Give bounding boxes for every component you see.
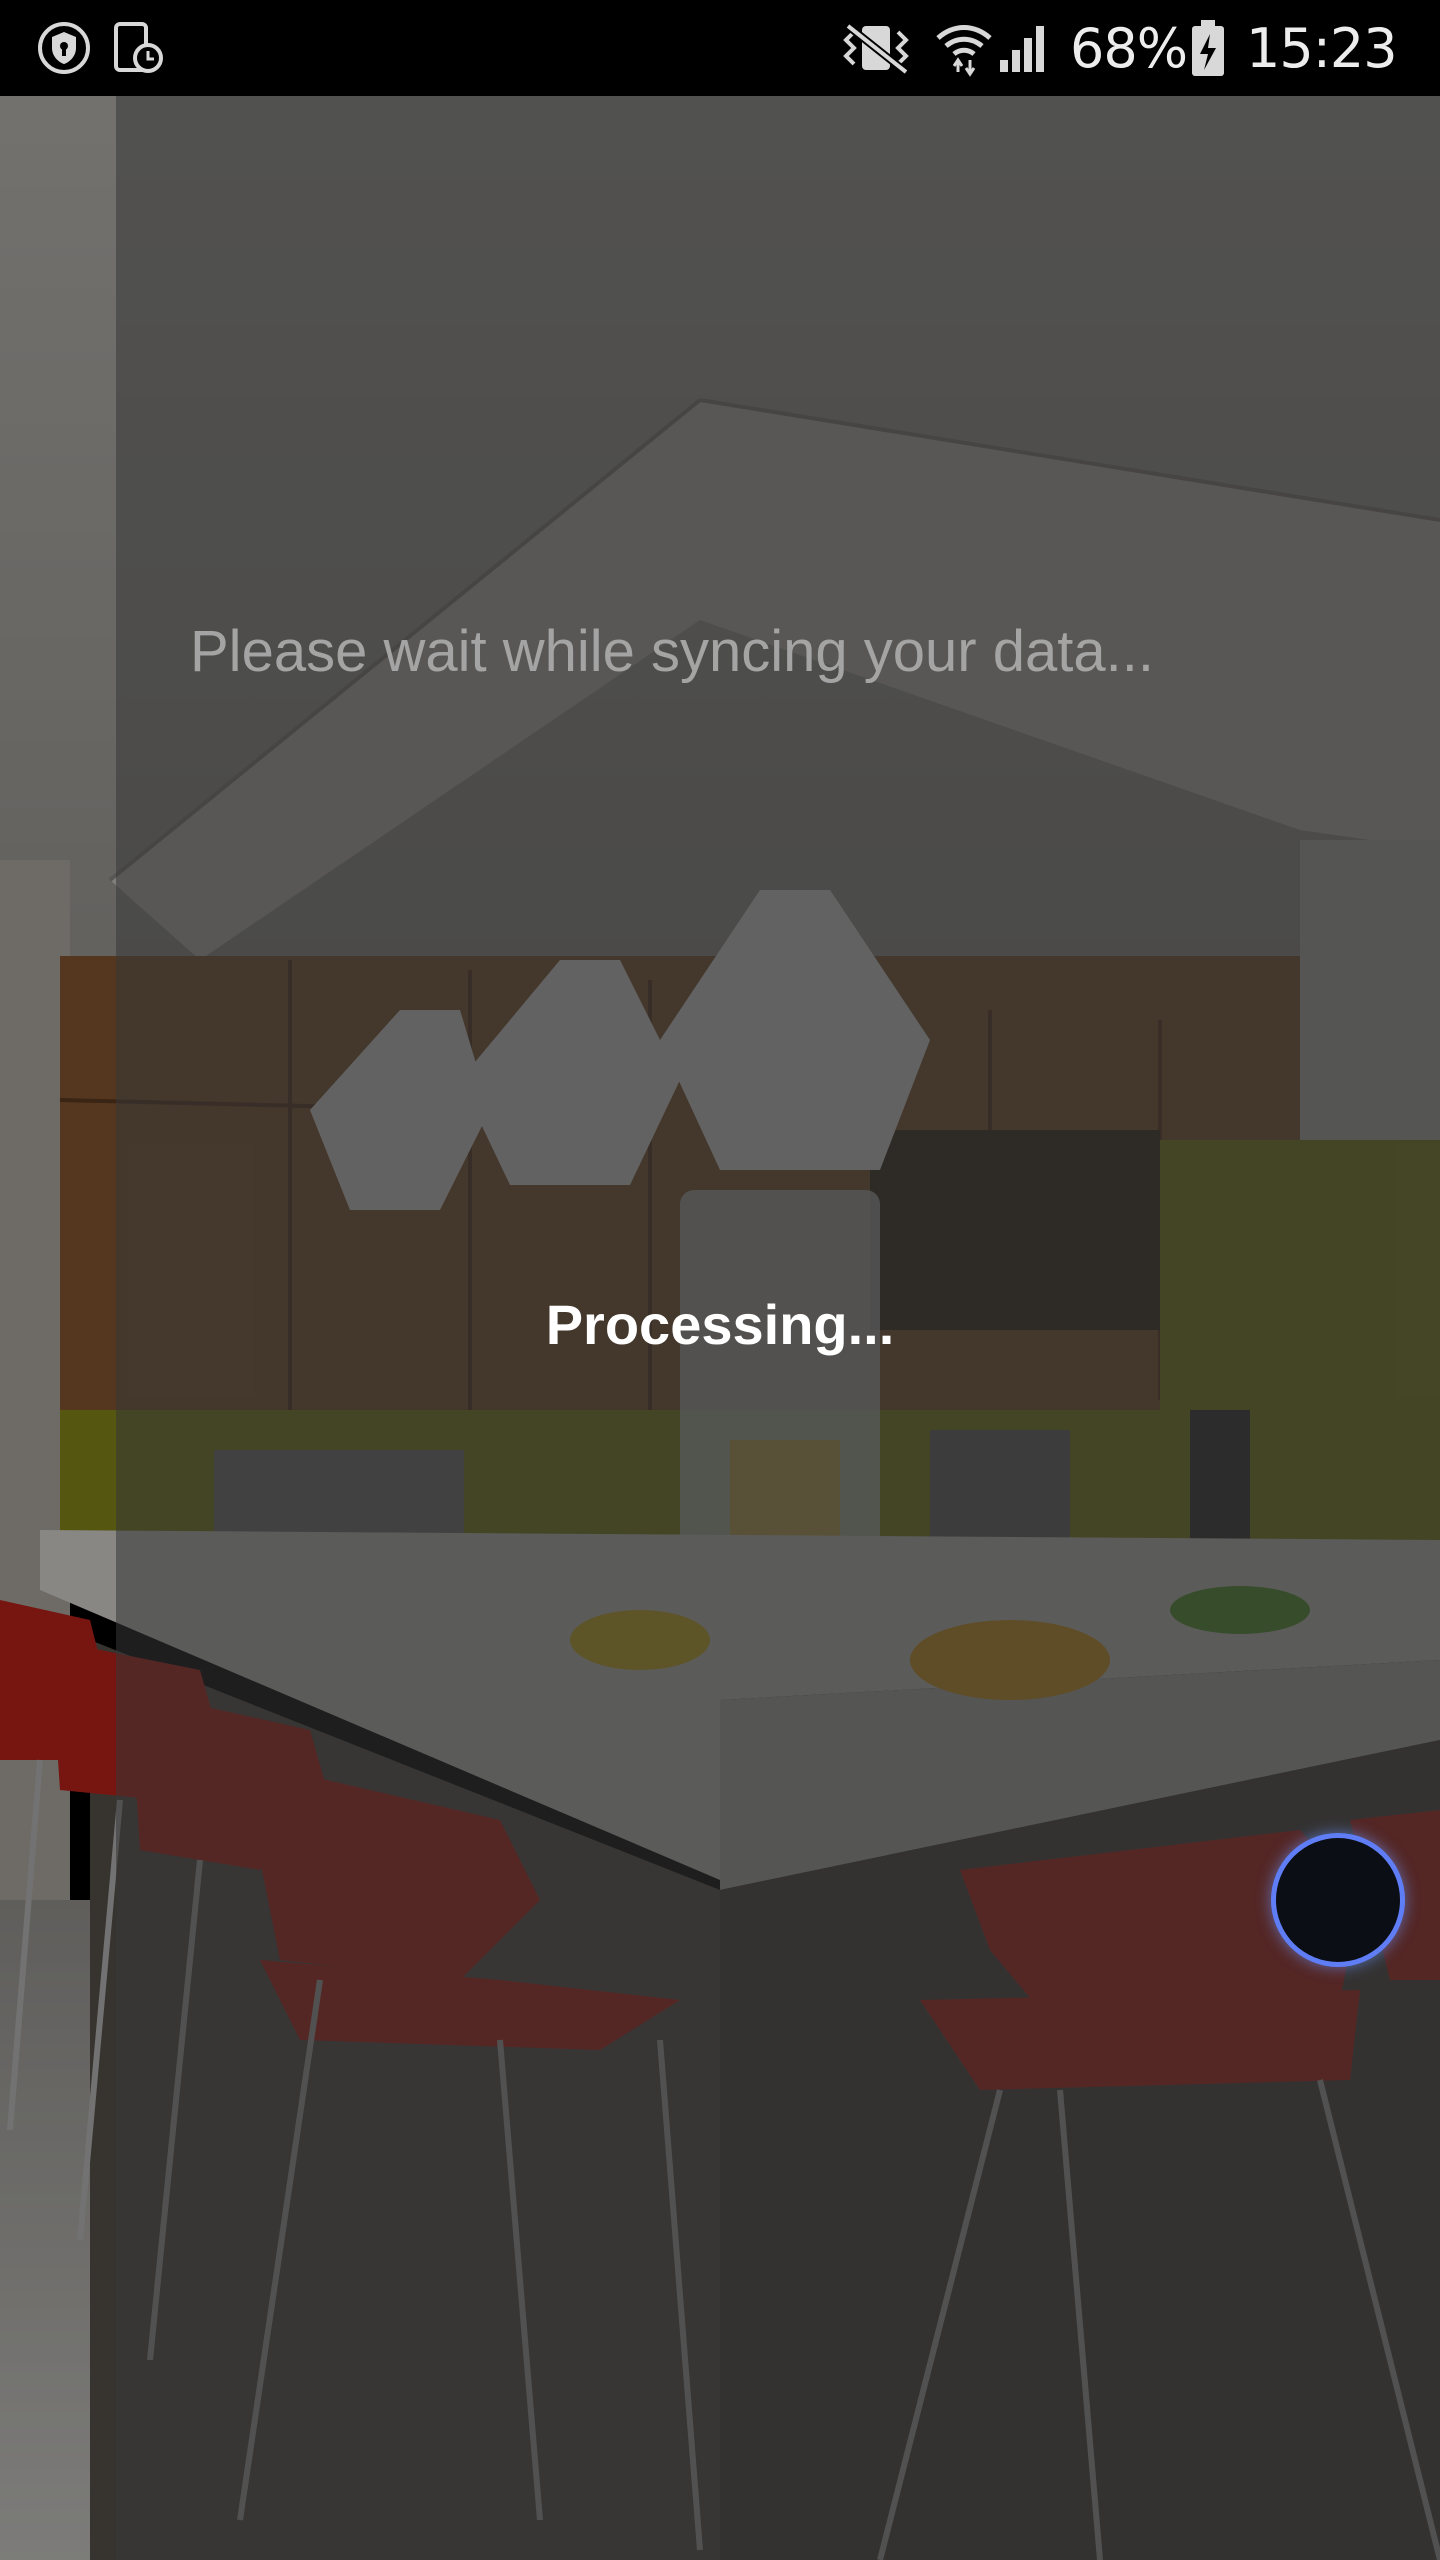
sync-message: Please wait while syncing your data...	[190, 619, 1154, 684]
processing-label: Processing...	[545, 1293, 895, 1356]
battery-charging-icon	[1190, 0, 1226, 96]
wifi-icon	[934, 0, 994, 96]
floating-action-button[interactable]	[1276, 1838, 1400, 1962]
battery-percent: 68%	[1070, 16, 1188, 80]
cell-signal-icon	[996, 0, 1052, 96]
app-screen: 68% 15:23 Please wait while syncing your…	[0, 0, 1440, 2560]
device-timer-icon	[110, 0, 166, 96]
status-bar: 68% 15:23	[0, 0, 1440, 96]
shield-icon	[36, 0, 92, 96]
vibrate-icon	[836, 0, 916, 96]
clock: 15:23	[1246, 16, 1398, 80]
